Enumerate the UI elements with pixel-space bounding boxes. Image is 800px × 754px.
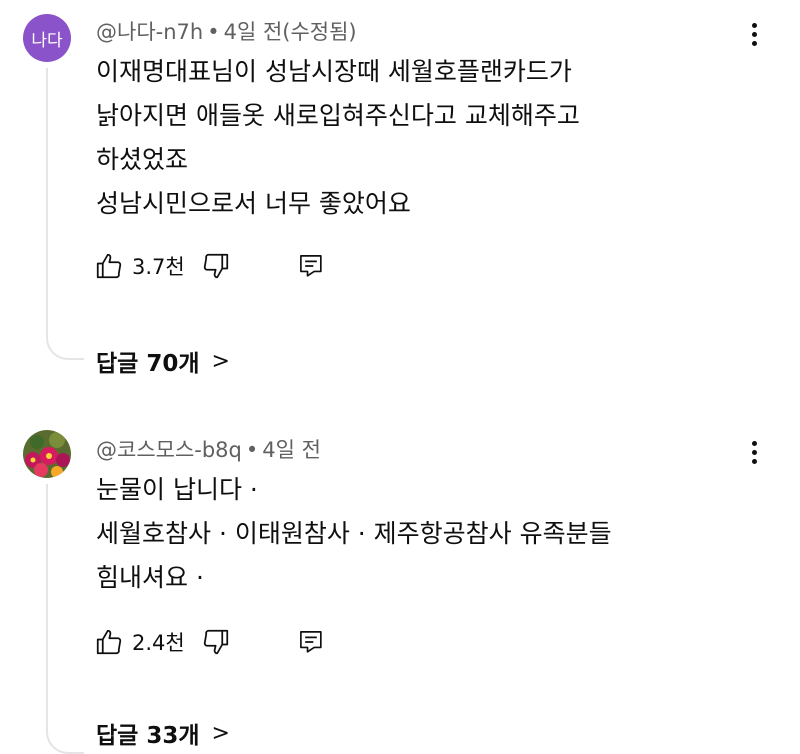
thumbs-down-icon [203,253,228,279]
comment-text: 눈물이 납니다 · 세월호참사 · 이태원참사 · 제주항공참사 유족분들 힘내… [96,468,612,600]
comment-line: 하셨었죠 [96,145,189,174]
like-button[interactable]: 3.7천 [94,251,185,281]
comment-item: 나다 @나다-n7h • 4일 전(수정됨) 이재명대표님이 성남시장때 세월호플랜… [0,0,800,390]
view-replies-button[interactable]: 답글 70개 > [96,344,230,378]
thumbs-down-icon [203,629,228,655]
comment-line: 이재명대표님이 성남시장때 세월호플랜카드가 [96,57,572,86]
author-name[interactable]: @나다-n7h [96,20,203,44]
reply-comment-icon [299,631,322,653]
comment-header: @나다-n7h • 4일 전(수정됨) [96,20,357,44]
avatar-initials: 나다 [31,30,63,51]
like-count: 2.4천 [132,631,185,655]
thread-line [46,68,84,360]
comment-actions: 2.4천 [94,624,325,660]
comment-text: 이재명대표님이 성남시장때 세월호플랜카드가 낡아지면 애들옷 새로입혀주신다고… [96,50,580,226]
reply-button[interactable] [297,252,325,280]
dislike-button[interactable] [201,627,231,657]
comment-line: 힘내셔요 · [96,563,204,592]
comment-line: 눈물이 납니다 · [96,475,258,504]
flower-avatar-image [23,430,71,478]
thumbs-up-icon [96,253,122,279]
thumbs-up-icon [96,629,122,655]
view-replies-button[interactable]: 답글 33개 > [96,716,230,750]
avatar[interactable] [23,430,71,478]
comment-time: 4일 전(수정됨) [223,20,357,44]
like-count: 3.7천 [132,255,185,279]
more-options-button[interactable] [740,434,768,470]
comment-item: @코스모스-b8q • 4일 전 눈물이 납니다 · 세월호참사 · 이태원참사 ·… [0,420,800,754]
chevron-right-icon: > [211,348,230,374]
more-vertical-icon [751,22,757,28]
dislike-button[interactable] [201,251,231,281]
chevron-right-icon: > [211,720,230,746]
like-button[interactable]: 2.4천 [94,627,185,657]
comment-header: @코스모스-b8q • 4일 전 [96,438,321,462]
more-vertical-icon [751,440,757,446]
replies-label: 답글 70개 [96,351,200,377]
author-name[interactable]: @코스모스-b8q [96,438,242,462]
comment-time: 4일 전 [262,438,321,462]
comment-line: 성남시민으로서 너무 좋았어요 [96,189,411,218]
avatar[interactable]: 나다 [23,14,71,62]
thread-line [46,484,84,754]
reply-button[interactable] [297,628,325,656]
comment-actions: 3.7천 [94,248,325,284]
more-options-button[interactable] [740,16,768,52]
replies-label: 답글 33개 [96,723,200,749]
reply-comment-icon [299,255,322,277]
comment-line: 낡아지면 애들옷 새로입혀주신다고 교체해주고 [96,101,580,130]
comment-line: 세월호참사 · 이태원참사 · 제주항공참사 유족분들 [96,519,612,548]
